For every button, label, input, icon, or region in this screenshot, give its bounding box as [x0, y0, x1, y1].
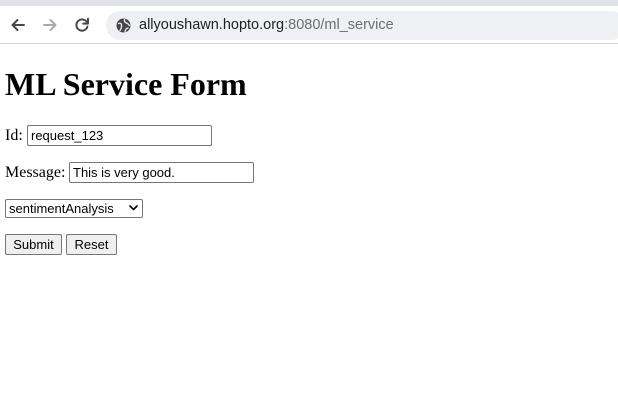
- url-host: allyoushawn.hopto.org: [139, 17, 285, 33]
- chevron-down-icon: [129, 205, 138, 211]
- reload-icon: [75, 17, 89, 32]
- back-button[interactable]: [5, 12, 31, 38]
- address-bar[interactable]: allyoushawn.hopto.org:8080/ml_service: [106, 11, 618, 40]
- url-path: :8080/ml_service: [284, 17, 394, 33]
- reset-button[interactable]: Reset: [66, 234, 117, 255]
- page-title: ML Service Form: [5, 66, 247, 102]
- id-label: Id:: [5, 127, 23, 144]
- arrow-right-icon: [43, 19, 57, 31]
- url-text: allyoushawn.hopto.org:8080/ml_service: [139, 16, 394, 35]
- submit-button[interactable]: Submit: [5, 234, 62, 255]
- service-select[interactable]: sentimentAnalysis: [5, 199, 143, 218]
- message-label: Message:: [5, 164, 66, 181]
- browser-toolbar: allyoushawn.hopto.org:8080/ml_service: [0, 6, 618, 44]
- id-input[interactable]: request_123: [27, 125, 212, 146]
- forward-button[interactable]: [37, 12, 63, 38]
- page-content: ML Service Form Id: request_123 Message:…: [0, 45, 618, 416]
- site-info-icon[interactable]: [115, 17, 132, 34]
- arrow-left-icon: [11, 19, 25, 31]
- reload-button[interactable]: [69, 12, 95, 38]
- message-input[interactable]: This is very good.: [69, 162, 254, 183]
- service-select-value: sentimentAnalysis: [9, 201, 114, 216]
